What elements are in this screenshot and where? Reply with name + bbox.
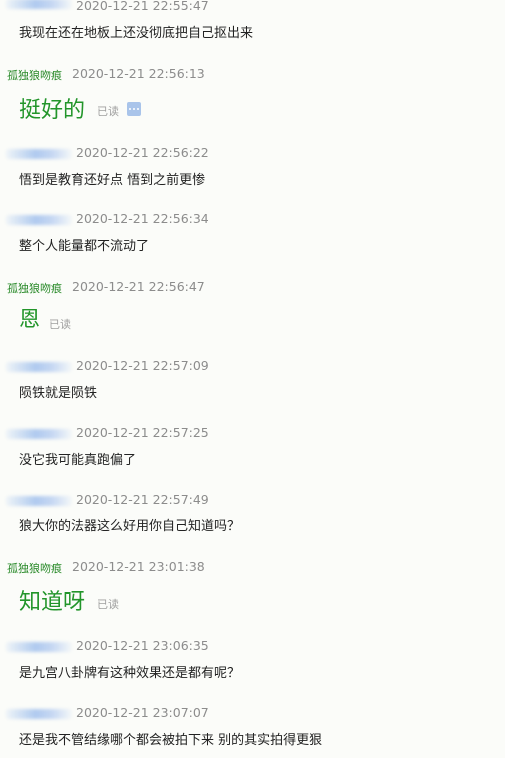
- message-header: 2020-12-21 22:56:22: [0, 145, 505, 161]
- sender-name[interactable]: 孤独狼吻痕: [7, 560, 62, 576]
- message-header: 2020-12-21 23:07:07: [0, 705, 505, 721]
- message-timestamp: 2020-12-21 23:01:38: [72, 559, 205, 574]
- more-options-icon[interactable]: [127, 102, 141, 116]
- message-item: 2020-12-21 22:56:22 悟到是教育还好点 悟到之前更惨: [0, 145, 505, 188]
- message-header: 2020-12-21 22:57:25: [0, 425, 505, 441]
- message-header: 2020-12-21 22:56:34: [0, 211, 505, 227]
- message-header: 孤独狼吻痕 2020-12-21 23:01:38: [0, 559, 505, 575]
- message-timestamp: 2020-12-21 22:56:13: [72, 66, 205, 81]
- message-item: 2020-12-21 22:55:47 我现在还在地板上还没彻底把自己抠出来: [0, 0, 505, 41]
- sender-name-blurred: [6, 496, 72, 506]
- read-status: 已读: [97, 598, 119, 611]
- message-item: 2020-12-21 23:06:35 是九宫八卦牌有这种效果还是都有呢？: [0, 638, 505, 681]
- sender-name-blurred: [6, 642, 72, 652]
- message-item: 2020-12-21 22:57:49 狼大你的法器这么好用你自己知道吗？: [0, 492, 505, 534]
- message-item: 孤独狼吻痕 2020-12-21 22:56:13 挺好的 已读: [0, 66, 505, 123]
- message-timestamp: 2020-12-21 22:56:34: [76, 211, 209, 226]
- message-header: 2020-12-21 22:57:49: [0, 492, 505, 508]
- sender-name-blurred: [6, 362, 72, 372]
- message-timestamp: 2020-12-21 22:56:22: [76, 145, 209, 160]
- message-text: 我现在还在地板上还没彻底把自己抠出来: [19, 26, 254, 41]
- message-timestamp: 2020-12-21 22:55:47: [76, 0, 209, 13]
- message-text: 还是我不管结缘哪个都会被拍下来 别的其实拍得更狠: [19, 733, 323, 748]
- message-item: 2020-12-21 22:56:34 整个人能量都不流动了: [0, 211, 505, 254]
- message-timestamp: 2020-12-21 22:57:09: [76, 358, 209, 373]
- sender-name[interactable]: 孤独狼吻痕: [7, 280, 62, 296]
- sender-name[interactable]: 孤独狼吻痕: [7, 67, 62, 83]
- message-text: 陨铁就是陨铁: [19, 386, 98, 401]
- message-text: 挺好的: [19, 98, 86, 123]
- message-item: 孤独狼吻痕 2020-12-21 23:01:38 知道呀 已读: [0, 559, 505, 615]
- sender-name-blurred: [6, 709, 72, 719]
- message-header: 2020-12-21 22:55:47: [0, 0, 505, 14]
- message-text: 恩: [19, 307, 40, 331]
- message-timestamp: 2020-12-21 23:07:07: [76, 705, 209, 720]
- message-item: 2020-12-21 23:07:07 还是我不管结缘哪个都会被拍下来 别的其实…: [0, 705, 505, 748]
- read-status: 已读: [97, 105, 119, 118]
- message-text: 狼大你的法器这么好用你自己知道吗？: [19, 519, 241, 534]
- sender-name-blurred: [6, 429, 72, 439]
- message-timestamp: 2020-12-21 22:57:25: [76, 425, 209, 440]
- message-header: 2020-12-21 23:06:35: [0, 638, 505, 654]
- message-item: 孤独狼吻痕 2020-12-21 22:56:47 恩 已读: [0, 279, 505, 331]
- message-header: 孤独狼吻痕 2020-12-21 22:56:13: [0, 66, 505, 82]
- message-text: 整个人能量都不流动了: [19, 239, 150, 254]
- message-text: 是九宫八卦牌有这种效果还是都有呢？: [19, 666, 241, 681]
- message-header: 2020-12-21 22:57:09: [0, 358, 505, 374]
- sender-name-blurred: [6, 0, 72, 9]
- message-text: 知道呀: [19, 590, 86, 615]
- message-text: 没它我可能真跑偏了: [19, 453, 137, 468]
- message-item: 2020-12-21 22:57:25 没它我可能真跑偏了: [0, 425, 505, 468]
- message-header: 孤独狼吻痕 2020-12-21 22:56:47: [0, 279, 505, 295]
- message-item: 2020-12-21 22:57:09 陨铁就是陨铁: [0, 358, 505, 401]
- message-timestamp: 2020-12-21 22:57:49: [76, 492, 209, 507]
- message-timestamp: 2020-12-21 23:06:35: [76, 638, 209, 653]
- message-timestamp: 2020-12-21 22:56:47: [72, 279, 205, 294]
- read-status: 已读: [49, 318, 71, 331]
- message-text: 悟到是教育还好点 悟到之前更惨: [19, 173, 206, 188]
- sender-name-blurred: [6, 149, 72, 159]
- sender-name-blurred: [6, 215, 72, 225]
